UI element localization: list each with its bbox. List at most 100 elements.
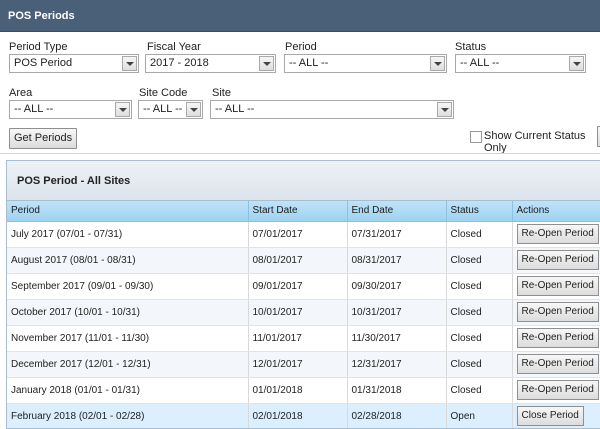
status-cell: Closed [446, 221, 513, 248]
status-value: -- ALL -- [460, 57, 500, 69]
end-date-cell: 01/31/2018 [347, 377, 447, 404]
panel-title: POS Period - All Sites [7, 161, 600, 201]
column-header-actions[interactable]: Actions [512, 201, 600, 222]
end-date-cell: 11/30/2017 [347, 325, 447, 352]
periods-panel: POS Period - All Sites Period Start Date… [6, 160, 600, 429]
table-row[interactable]: October 2017 (10/01 - 10/31) 10/01/2017 10… [7, 299, 600, 326]
site-select[interactable]: -- ALL -- [210, 100, 454, 119]
table-row[interactable]: November 2017 (11/01 - 11/30) 11/01/2017 1… [7, 325, 600, 352]
start-date-cell: 02/01/2018 [248, 403, 348, 428]
status-cell: Closed [446, 325, 513, 352]
section-divider [0, 153, 600, 160]
period-value: -- ALL -- [289, 57, 329, 69]
close-period-button[interactable]: Close Period [516, 406, 584, 426]
column-header-start-date[interactable]: Start Date [248, 201, 348, 222]
status-label: Status [455, 41, 487, 53]
period-cell: October 2017 (10/01 - 10/31) [7, 299, 249, 326]
actions-cell: Close Period [512, 403, 600, 428]
actions-cell: Re-Open Period [512, 221, 600, 248]
table-row[interactable]: July 2017 (07/01 - 07/31) 07/01/2017 07/31… [7, 221, 600, 248]
start-date-cell: 12/01/2017 [248, 351, 348, 378]
period-cell: January 2018 (01/01 - 01/31) [7, 377, 249, 404]
table-header-row: Period Start Date End Date Status Action… [7, 201, 600, 222]
actions-cell: Re-Open Period [512, 351, 600, 378]
reopen-period-button[interactable]: Re-Open Period [516, 380, 599, 400]
period-cell: December 2017 (12/01 - 12/31) [7, 351, 249, 378]
reopen-period-button[interactable]: Re-Open Period [516, 328, 599, 348]
end-date-cell: 07/31/2017 [347, 221, 447, 248]
area-label: Area [9, 87, 33, 99]
status-select[interactable]: -- ALL -- [455, 54, 586, 73]
fiscal-year-value: 2017 - 2018 [150, 57, 209, 69]
window-title: POS Periods [0, 0, 600, 32]
reopen-period-button[interactable]: Re-Open Period [516, 302, 599, 322]
end-date-cell: 08/31/2017 [347, 247, 447, 274]
site-value: -- ALL -- [215, 103, 255, 115]
start-date-cell: 11/01/2017 [248, 325, 348, 352]
status-cell: Closed [446, 273, 513, 300]
period-type-value: POS Period [14, 57, 73, 69]
show-current-status-checkbox[interactable] [470, 131, 482, 143]
reopen-period-button[interactable]: Re-Open Period [516, 354, 599, 374]
area-select[interactable]: -- ALL -- [9, 100, 132, 119]
reopen-period-button[interactable]: Re-Open Period [516, 276, 599, 296]
site-code-label: Site Code [139, 87, 188, 99]
table-row[interactable]: September 2017 (09/01 - 09/30) 09/01/2017… [7, 273, 600, 300]
period-select[interactable]: -- ALL -- [284, 54, 447, 73]
status-cell: Closed [446, 351, 513, 378]
status-cell: Closed [446, 299, 513, 326]
column-header-status[interactable]: Status [446, 201, 513, 222]
table-row[interactable]: December 2017 (12/01 - 12/31) 12/01/2017 1… [7, 351, 600, 378]
table-row[interactable]: January 2018 (01/01 - 01/31) 01/01/2018 01… [7, 377, 600, 404]
period-type-select[interactable]: POS Period [9, 54, 139, 73]
actions-cell: Re-Open Period [512, 377, 600, 404]
chevron-down-icon[interactable] [437, 102, 452, 117]
start-date-cell: 08/01/2017 [248, 247, 348, 274]
period-cell: November 2017 (11/01 - 11/30) [7, 325, 249, 352]
period-type-label: Period Type [9, 41, 68, 53]
status-cell: Open [446, 403, 513, 428]
column-header-end-date[interactable]: End Date [347, 201, 447, 222]
end-date-cell: 09/30/2017 [347, 273, 447, 300]
table-row[interactable]: August 2017 (08/01 - 08/31) 08/01/2017 08/… [7, 247, 600, 274]
start-date-cell: 01/01/2018 [248, 377, 348, 404]
chevron-down-icon[interactable] [430, 56, 445, 71]
column-header-period[interactable]: Period [7, 201, 249, 222]
start-date-cell: 10/01/2017 [248, 299, 348, 326]
period-cell: February 2018 (02/01 - 02/28) [7, 403, 249, 428]
chevron-down-icon[interactable] [186, 102, 201, 117]
filter-panel: Period Type Fiscal Year Period Status PO… [0, 32, 600, 154]
show-current-status-label[interactable]: Show Current Status Only [484, 130, 600, 154]
actions-cell: Re-Open Period [512, 325, 600, 352]
end-date-cell: 10/31/2017 [347, 299, 447, 326]
fiscal-year-select[interactable]: 2017 - 2018 [145, 54, 276, 73]
table-row[interactable]: February 2018 (02/01 - 02/28) 02/01/2018 0… [7, 403, 600, 428]
start-date-cell: 09/01/2017 [248, 273, 348, 300]
get-periods-button[interactable]: Get Periods [9, 128, 78, 149]
area-value: -- ALL -- [14, 103, 54, 115]
period-cell: August 2017 (08/01 - 08/31) [7, 247, 249, 274]
chevron-down-icon[interactable] [115, 102, 130, 117]
fiscal-year-label: Fiscal Year [147, 41, 201, 53]
reopen-period-button[interactable]: Re-Open Period [516, 224, 599, 244]
actions-cell: Re-Open Period [512, 247, 600, 274]
end-date-cell: 02/28/2018 [347, 403, 447, 428]
status-cell: Closed [446, 377, 513, 404]
site-code-value: -- ALL -- [143, 103, 183, 115]
chevron-down-icon[interactable] [259, 56, 274, 71]
actions-cell: Re-Open Period [512, 273, 600, 300]
site-label: Site [212, 87, 231, 99]
reopen-period-button[interactable]: Re-Open Period [516, 250, 599, 270]
periods-table: Period Start Date End Date Status Action… [7, 201, 600, 428]
period-label: Period [285, 41, 317, 53]
actions-cell: Re-Open Period [512, 299, 600, 326]
period-cell: September 2017 (09/01 - 09/30) [7, 273, 249, 300]
end-date-cell: 12/31/2017 [347, 351, 447, 378]
table-body: July 2017 (07/01 - 07/31) 07/01/2017 07/31… [7, 221, 600, 428]
site-code-select[interactable]: -- ALL -- [138, 100, 203, 119]
period-cell: July 2017 (07/01 - 07/31) [7, 221, 249, 248]
chevron-down-icon[interactable] [122, 56, 137, 71]
chevron-down-icon[interactable] [569, 56, 584, 71]
start-date-cell: 07/01/2017 [248, 221, 348, 248]
status-cell: Closed [446, 247, 513, 274]
